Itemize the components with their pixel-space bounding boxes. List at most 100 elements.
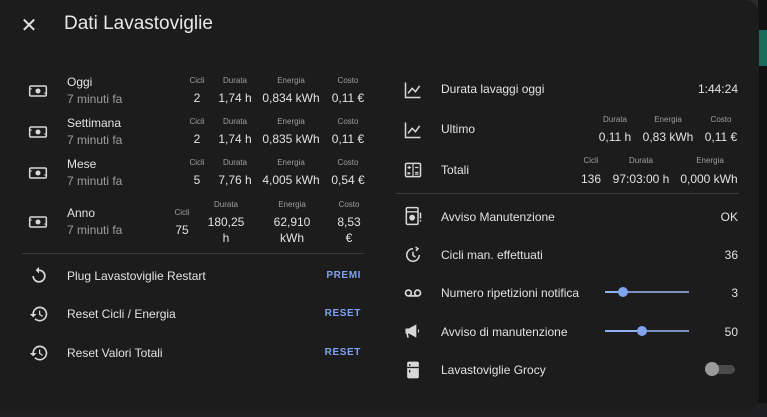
stat-value: 0,11 € — [331, 132, 365, 146]
ultimo-energia-value: 0,83 kWh — [642, 130, 694, 144]
totali-cicli-caption: Cicli — [583, 156, 599, 165]
stat-caption: Costo — [337, 158, 359, 167]
period-name: Mese — [67, 157, 97, 171]
ripetizioni-slider[interactable] — [605, 286, 689, 298]
left-divider — [22, 253, 364, 254]
totali-energia-caption: Energia — [696, 156, 724, 165]
action-label-reset-cicli: Reset Cicli / Energia — [67, 307, 176, 321]
period-name: Settimana — [67, 116, 122, 130]
period-name: Anno — [67, 206, 96, 220]
chart-line-icon — [403, 120, 423, 140]
stat-value: 62,910 — [273, 215, 311, 229]
reset-cicli-button[interactable]: RESET — [300, 308, 361, 319]
restart-icon — [29, 266, 49, 286]
stat-value: 180,25 — [207, 215, 245, 229]
totali-cicli-value: 136 — [580, 172, 602, 186]
history-icon — [29, 304, 49, 324]
stat-caption: Durata — [222, 76, 247, 85]
more-info-dialog: ✕ Dati Lavastoviglie Oggi 7 minuti fa Cicl… — [0, 0, 759, 411]
stat-value: 0,835 kWh — [262, 132, 320, 146]
stat-value-unit: h — [222, 231, 230, 245]
right-divider — [396, 193, 739, 194]
stat-caption: Energia — [277, 76, 305, 85]
cash-icon — [28, 212, 48, 232]
ultimo-durata-value: 0,11 h — [598, 130, 632, 144]
durata-oggi-value: 1:44:24 — [697, 82, 738, 96]
period-name: Oggi — [67, 75, 93, 89]
avviso-di-manutenzione-slider[interactable] — [605, 325, 689, 337]
stat-value-unit: kWh — [280, 231, 304, 245]
stat-caption: Cicli — [189, 158, 205, 167]
stat-value: 1,74 h — [218, 91, 252, 105]
reset-totali-button[interactable]: RESET — [300, 347, 361, 358]
grocy-toggle[interactable] — [705, 362, 735, 376]
ultimo-durata-caption: Durata — [602, 115, 627, 124]
stat-value: 1,74 h — [218, 132, 252, 146]
stat-caption: Costo — [337, 76, 359, 85]
dialog-title: Dati Lavastoviglie — [64, 13, 213, 34]
fridge-icon — [403, 360, 423, 380]
stat-caption: Energia — [277, 158, 305, 167]
chart-line-icon — [403, 80, 423, 100]
stat-caption: Cicli — [189, 117, 205, 126]
totali-durata-caption: Durata — [628, 156, 653, 165]
totali-label: Totali — [441, 163, 470, 177]
stat-caption: Energia — [278, 200, 306, 209]
cash-icon — [28, 81, 48, 101]
cash-icon — [28, 163, 48, 183]
stat-value: 0,54 € — [331, 173, 365, 187]
stat-caption: Cicli — [174, 208, 190, 217]
close-icon[interactable]: ✕ — [16, 12, 42, 38]
sigma-icon — [403, 160, 423, 180]
stat-caption: Costo — [338, 200, 360, 209]
period-updated: 7 minuti fa — [67, 223, 123, 237]
stat-value: 2 — [193, 132, 201, 146]
ultimo-label: Ultimo — [441, 122, 476, 136]
ultimo-energia-caption: Energia — [654, 115, 682, 124]
grocy-label: Lavastoviglie Grocy — [441, 363, 546, 377]
cicli-man-value: 36 — [724, 248, 738, 262]
backdrop-right — [758, 0, 767, 417]
slider-thumb[interactable] — [636, 326, 647, 336]
stat-value-unit: € — [345, 231, 353, 245]
toggle-thumb[interactable] — [705, 362, 719, 376]
backdrop-accent — [758, 30, 767, 66]
stat-caption: Durata — [213, 200, 238, 209]
avviso-manutenzione-label: Avviso Manutenzione — [441, 210, 555, 224]
ultimo-costo-value: 0,11 € — [704, 130, 738, 144]
stat-caption: Durata — [222, 117, 247, 126]
ripetizioni-value: 3 — [731, 286, 738, 300]
stat-value: 4,005 kWh — [262, 173, 320, 187]
action-label-reset-totali: Reset Valori Totali — [67, 346, 163, 360]
stat-caption: Cicli — [189, 76, 205, 85]
stat-value: 5 — [193, 173, 201, 187]
stat-value: 0,11 € — [331, 91, 365, 105]
stat-caption: Durata — [222, 158, 247, 167]
durata-oggi-label: Durata lavaggi oggi — [441, 82, 545, 96]
period-updated: 7 minuti fa — [67, 174, 123, 188]
stat-value: 7,76 h — [218, 173, 252, 187]
stat-value: 75 — [175, 223, 189, 237]
cicli-man-label: Cicli man. effettuati — [441, 248, 543, 262]
ultimo-costo-caption: Costo — [710, 115, 732, 124]
stat-value: 2 — [193, 91, 201, 105]
ripetizioni-label: Numero ripetizioni notifica — [441, 286, 580, 300]
stat-caption: Energia — [277, 117, 305, 126]
avviso-di-manutenzione-label: Avviso di manutenzione — [441, 325, 568, 339]
cash-icon — [28, 122, 48, 142]
period-updated: 7 minuti fa — [67, 92, 123, 106]
timer-refresh-icon — [403, 245, 423, 265]
action-label-restart: Plug Lavastoviglie Restart — [67, 269, 206, 283]
period-updated: 7 minuti fa — [67, 133, 123, 147]
premi-button[interactable]: PREMI — [300, 270, 361, 281]
stat-caption: Costo — [337, 117, 359, 126]
totali-energia-value: 0,000 kWh — [680, 172, 738, 186]
history-icon — [29, 343, 49, 363]
slider-thumb[interactable] — [618, 287, 629, 297]
avviso-manutenzione-value: OK — [720, 210, 738, 224]
voicemail-icon — [403, 283, 423, 303]
bullhorn-icon — [403, 321, 423, 341]
stat-value: 8,53 — [337, 215, 361, 229]
avviso-di-manutenzione-value: 50 — [724, 325, 738, 339]
dishwasher-alert-icon — [403, 206, 423, 226]
